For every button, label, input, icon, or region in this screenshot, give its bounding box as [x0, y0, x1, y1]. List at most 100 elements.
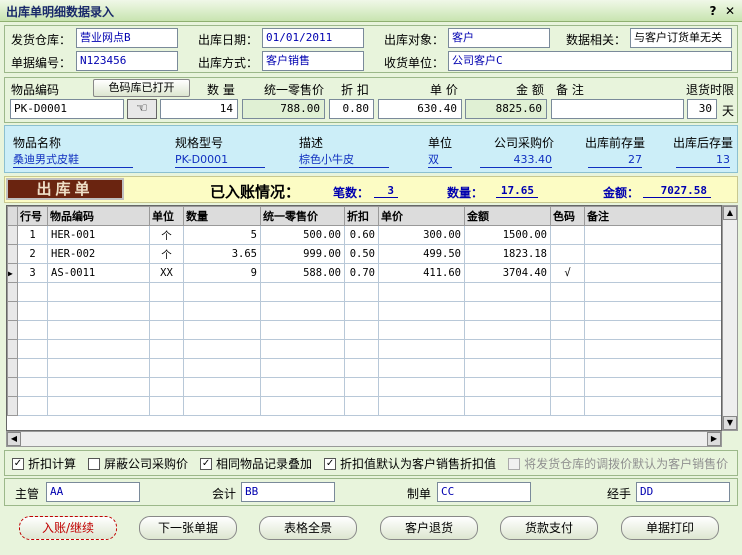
table-cell[interactable]: [183, 320, 261, 340]
table-cell[interactable]: 5: [183, 225, 261, 245]
table-cell[interactable]: 个: [149, 244, 184, 264]
table-cell[interactable]: [584, 244, 721, 264]
target-field[interactable]: 客户: [448, 28, 550, 48]
table-cell[interactable]: [378, 301, 465, 321]
table-cell[interactable]: [17, 282, 48, 302]
table-cell[interactable]: [584, 225, 721, 245]
checkbox-icon[interactable]: [88, 457, 101, 470]
option-4[interactable]: ✓ 折扣值默认为客户销售折扣值: [324, 455, 496, 472]
grid-col-header[interactable]: 色码: [550, 206, 585, 226]
row-selector[interactable]: ▶: [7, 263, 18, 283]
table-cell[interactable]: [344, 377, 379, 397]
table-cell[interactable]: [584, 339, 721, 359]
grid-col-header[interactable]: 数量: [183, 206, 261, 226]
manager-field[interactable]: AA: [46, 482, 140, 502]
table-cell[interactable]: [149, 358, 184, 378]
row-selector[interactable]: [7, 377, 18, 397]
checkbox-icon[interactable]: [508, 457, 521, 470]
table-cell[interactable]: 9: [183, 263, 261, 283]
table-overview-button[interactable]: 表格全景: [259, 516, 357, 540]
table-cell[interactable]: [584, 263, 721, 283]
table-row[interactable]: [7, 282, 721, 302]
qty-field[interactable]: 14: [160, 99, 238, 119]
warehouse-field[interactable]: 营业网点B: [76, 28, 178, 48]
table-cell[interactable]: [550, 339, 585, 359]
table-cell[interactable]: 411.60: [378, 263, 465, 283]
vertical-scrollbar[interactable]: [722, 205, 738, 431]
scroll-left-arrow-icon[interactable]: ◀: [7, 432, 21, 446]
row-selector[interactable]: [7, 358, 18, 378]
table-cell[interactable]: [464, 396, 551, 416]
related-field[interactable]: 与客户订货单无关: [630, 28, 732, 48]
price-field[interactable]: 630.40: [378, 99, 462, 119]
table-cell[interactable]: 999.00: [260, 244, 345, 264]
table-cell[interactable]: [17, 377, 48, 397]
row-selector[interactable]: [7, 396, 18, 416]
table-cell[interactable]: [584, 358, 721, 378]
table-cell[interactable]: [550, 301, 585, 321]
code-field[interactable]: PK-D0001: [10, 99, 124, 119]
table-cell[interactable]: [183, 301, 261, 321]
row-selector[interactable]: [7, 282, 18, 302]
table-cell[interactable]: [344, 282, 379, 302]
grid-col-header[interactable]: 单位: [149, 206, 184, 226]
table-cell[interactable]: [550, 225, 585, 245]
table-cell[interactable]: [47, 301, 150, 321]
checkbox-icon[interactable]: ✓: [324, 457, 337, 470]
close-icon[interactable]: ✕: [722, 3, 738, 19]
scroll-down-arrow-icon[interactable]: ▼: [723, 416, 737, 430]
table-cell[interactable]: 499.50: [378, 244, 465, 264]
retail-field[interactable]: 788.00: [242, 99, 325, 119]
table-cell[interactable]: [149, 301, 184, 321]
table-cell[interactable]: 300.00: [378, 225, 465, 245]
table-cell[interactable]: 0.60: [344, 225, 379, 245]
receiver-field[interactable]: 公司客户C: [448, 51, 732, 71]
table-cell[interactable]: 1: [17, 225, 48, 245]
grid-col-header[interactable]: 备注: [584, 206, 721, 226]
option-3[interactable]: ✓ 相同物品记录叠加: [200, 455, 312, 472]
row-selector[interactable]: [7, 244, 18, 264]
help-icon[interactable]: ?: [705, 3, 721, 19]
detail-grid[interactable]: 行号 物品编码 单位 数量 统一零售价 折扣 单价 金额 色码 备注 1 HER-001 个 5 500.…: [6, 205, 722, 431]
grid-col-header[interactable]: 统一零售价: [260, 206, 345, 226]
accountant-field[interactable]: BB: [241, 482, 335, 502]
table-cell[interactable]: AS-0011: [47, 263, 150, 283]
row-selector[interactable]: [7, 339, 18, 359]
table-cell[interactable]: 3: [17, 263, 48, 283]
table-cell[interactable]: [550, 377, 585, 397]
table-cell[interactable]: [47, 358, 150, 378]
table-cell[interactable]: 3704.40: [464, 263, 551, 283]
table-cell[interactable]: [584, 282, 721, 302]
table-cell[interactable]: [464, 358, 551, 378]
grid-col-header[interactable]: 折扣: [344, 206, 379, 226]
table-cell[interactable]: [17, 358, 48, 378]
table-cell[interactable]: [378, 320, 465, 340]
table-cell[interactable]: [149, 396, 184, 416]
table-cell[interactable]: [47, 377, 150, 397]
table-cell[interactable]: [344, 358, 379, 378]
next-document-button[interactable]: 下一张单据: [139, 516, 237, 540]
table-cell[interactable]: [344, 320, 379, 340]
table-cell[interactable]: XX: [149, 263, 184, 283]
table-cell[interactable]: [260, 396, 345, 416]
table-cell[interactable]: [47, 339, 150, 359]
option-5[interactable]: 将发货仓库的调拨价默认为客户销售价: [508, 455, 728, 472]
table-cell[interactable]: [344, 339, 379, 359]
table-row[interactable]: [7, 301, 721, 321]
payment-button[interactable]: 货款支付: [500, 516, 598, 540]
row-selector[interactable]: [7, 320, 18, 340]
table-cell[interactable]: [47, 320, 150, 340]
amount-field[interactable]: 8825.60: [465, 99, 547, 119]
table-cell[interactable]: [378, 358, 465, 378]
date-field[interactable]: 01/01/2011: [262, 28, 364, 48]
table-cell[interactable]: [47, 282, 150, 302]
table-row[interactable]: [7, 339, 721, 359]
table-cell[interactable]: 500.00: [260, 225, 345, 245]
table-cell[interactable]: [344, 396, 379, 416]
table-cell[interactable]: [584, 396, 721, 416]
option-1[interactable]: ✓ 折扣计算: [12, 455, 76, 472]
table-cell[interactable]: 3.65: [183, 244, 261, 264]
grid-col-header[interactable]: 行号: [17, 206, 48, 226]
table-cell[interactable]: 1823.18: [464, 244, 551, 264]
table-cell[interactable]: [260, 377, 345, 397]
